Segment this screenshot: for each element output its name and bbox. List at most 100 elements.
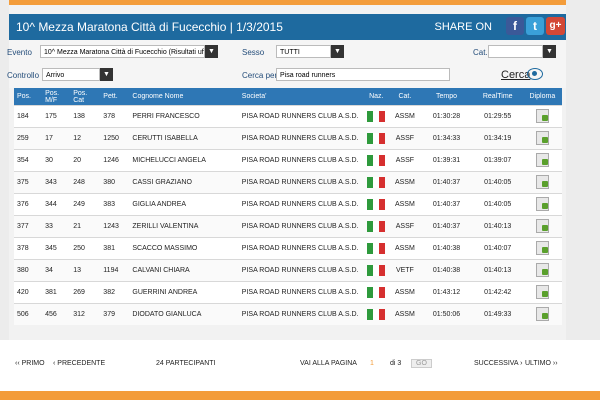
realtime-cell: 01:40:13 — [472, 215, 523, 238]
page-title: 10^ Mezza Maratona Città di Fucecchio | … — [16, 20, 283, 34]
col-societa[interactable]: Societa' — [238, 88, 364, 106]
chevron-down-icon[interactable]: ▼ — [100, 68, 113, 81]
cat-cell: VETF — [389, 259, 421, 282]
controllo-select[interactable]: Arrivo — [42, 68, 100, 81]
diploma-download-icon[interactable] — [535, 240, 549, 255]
col-naz[interactable]: Naz. — [363, 88, 390, 106]
name-cell: CASSI GRAZIANO — [129, 171, 239, 194]
chevron-down-icon[interactable]: ▼ — [543, 45, 556, 58]
eye-icon[interactable] — [527, 68, 543, 80]
diploma-download-icon[interactable] — [535, 152, 549, 167]
pett-cell: 383 — [100, 193, 130, 216]
pett-cell: 378 — [100, 105, 130, 128]
col-pos-mf[interactable]: Pos. M/F — [42, 88, 71, 106]
diploma-download-icon[interactable] — [535, 306, 549, 321]
societa-cell: PISA ROAD RUNNERS CLUB A.S.D. — [238, 127, 364, 150]
pos-cell: 354 — [14, 149, 43, 172]
cat-select[interactable] — [488, 45, 543, 58]
search-button[interactable]: Cerca — [501, 69, 530, 81]
name-cell: CERUTTI ISABELLA — [129, 127, 239, 150]
pos-cat-cell: 312 — [70, 303, 101, 325]
table-row: 380 34 13 1194 CALVANI CHIARA PISA ROAD RUNNE… — [14, 259, 562, 282]
realtime-cell: 01:40:05 — [472, 171, 523, 194]
pos-cell: 506 — [14, 303, 43, 325]
nationality-flag-icon — [363, 281, 390, 304]
col-pos-cat[interactable]: Pos. Cat — [70, 88, 101, 106]
pos-mf-cell: 17 — [42, 127, 71, 150]
diploma-download-icon[interactable] — [535, 262, 549, 277]
pos-cat-cell: 249 — [70, 193, 101, 216]
realtime-cell: 01:39:07 — [472, 149, 523, 172]
page-total: di 3 — [390, 360, 402, 367]
evento-label: Evento — [7, 48, 32, 57]
diploma-download-icon[interactable] — [535, 196, 549, 211]
nationality-flag-icon — [363, 303, 390, 325]
realtime-cell: 01:49:33 — [472, 303, 523, 325]
societa-cell: PISA ROAD RUNNERS CLUB A.S.D. — [238, 281, 364, 304]
pett-cell: 381 — [100, 237, 130, 260]
diploma-download-icon[interactable] — [535, 130, 549, 145]
nationality-flag-icon — [363, 193, 390, 216]
realtime-cell: 01:40:07 — [472, 237, 523, 260]
societa-cell: PISA ROAD RUNNERS CLUB A.S.D. — [238, 303, 364, 325]
pos-mf-cell: 343 — [42, 171, 71, 194]
tempo-cell: 01:34:33 — [420, 127, 473, 150]
diploma-cell — [522, 127, 562, 150]
next-page-link[interactable]: SUCCESSIVA › — [474, 360, 523, 367]
chevron-down-icon[interactable]: ▼ — [331, 45, 344, 58]
table-row: 376 344 249 383 GIGLIA ANDREA PISA ROAD RUNNE… — [14, 193, 562, 216]
table-row: 184 175 138 378 PERRI FRANCESCO PISA ROAD RUN… — [14, 105, 562, 128]
col-pett[interactable]: Pett. — [100, 88, 130, 106]
societa-cell: PISA ROAD RUNNERS CLUB A.S.D. — [238, 171, 364, 194]
last-page-link[interactable]: ULTIMO ›› — [525, 360, 558, 367]
tempo-cell: 01:30:28 — [420, 105, 473, 128]
diploma-download-icon[interactable] — [535, 108, 549, 123]
evento-select[interactable]: 10^ Mezza Maratona Città di Fucecchio (R… — [40, 45, 205, 58]
go-button[interactable]: GO — [411, 359, 432, 368]
diploma-download-icon[interactable] — [535, 284, 549, 299]
name-cell: SCACCO MASSIMO — [129, 237, 239, 260]
search-input[interactable]: Pisa road runners — [276, 68, 450, 81]
col-tempo[interactable]: Tempo — [420, 88, 473, 106]
pos-cat-cell: 13 — [70, 259, 101, 282]
pett-cell: 1243 — [100, 215, 130, 238]
page-number-input[interactable]: 1 — [370, 360, 374, 367]
diploma-download-icon[interactable] — [535, 174, 549, 189]
col-name[interactable]: Cognome Nome — [129, 88, 239, 106]
cat-cell: ASSM — [389, 171, 421, 194]
cat-label: Cat. — [473, 48, 488, 57]
diploma-download-icon[interactable] — [535, 218, 549, 233]
diploma-cell — [522, 149, 562, 172]
facebook-icon[interactable]: f — [506, 17, 524, 35]
pos-cat-cell: 12 — [70, 127, 101, 150]
twitter-icon[interactable]: t — [526, 17, 544, 35]
table-row: 354 30 20 1246 MICHELUCCI ANGELA PISA ROAD RU… — [14, 149, 562, 172]
cat-cell: ASSF — [389, 215, 421, 238]
chevron-down-icon[interactable]: ▼ — [205, 45, 218, 58]
col-pos[interactable]: Pos. — [14, 88, 43, 106]
pos-cell: 377 — [14, 215, 43, 238]
results-table: Pos. Pos. M/F Pos. Cat Pett. Cognome Nom… — [14, 88, 562, 325]
tempo-cell: 01:39:31 — [420, 149, 473, 172]
col-cat[interactable]: Cat. — [389, 88, 421, 106]
pos-mf-cell: 34 — [42, 259, 71, 282]
nationality-flag-icon — [363, 237, 390, 260]
cat-cell: ASSM — [389, 303, 421, 325]
nationality-flag-icon — [363, 171, 390, 194]
diploma-cell — [522, 281, 562, 304]
nationality-flag-icon — [363, 259, 390, 282]
pos-cell: 378 — [14, 237, 43, 260]
google-plus-icon[interactable]: g+ — [546, 17, 565, 35]
realtime-cell: 01:29:55 — [472, 105, 523, 128]
col-realtime[interactable]: RealTime — [472, 88, 523, 106]
pos-cat-cell: 248 — [70, 171, 101, 194]
first-page-link[interactable]: ‹‹ PRIMO — [15, 360, 45, 367]
name-cell: GUERRINI ANDREA — [129, 281, 239, 304]
tempo-cell: 01:50:06 — [420, 303, 473, 325]
nationality-flag-icon — [363, 149, 390, 172]
sesso-select[interactable]: TUTTI — [276, 45, 331, 58]
prev-page-link[interactable]: ‹ PRECEDENTE — [53, 360, 105, 367]
controllo-label: Controllo — [7, 71, 40, 80]
pos-cat-cell: 21 — [70, 215, 101, 238]
col-diploma[interactable]: Diploma — [522, 88, 562, 106]
